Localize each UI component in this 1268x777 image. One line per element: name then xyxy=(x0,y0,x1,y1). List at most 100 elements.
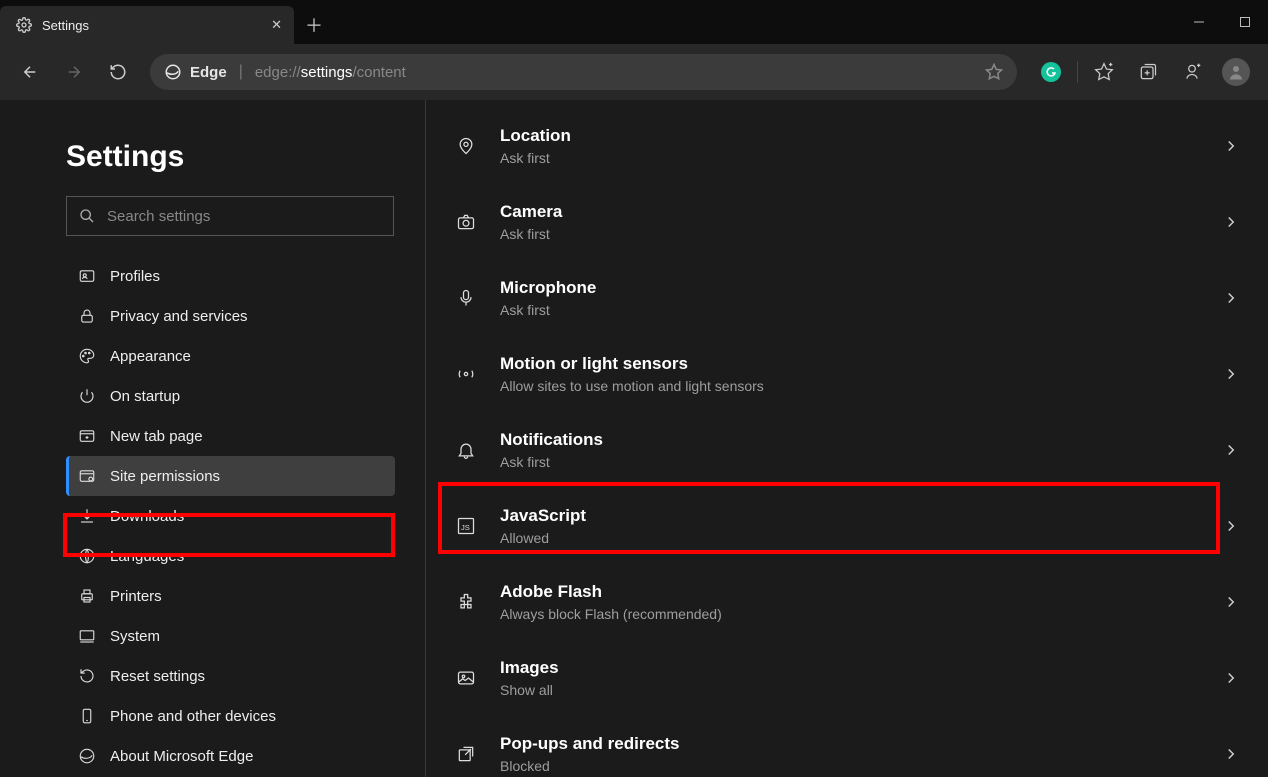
tab-title: Settings xyxy=(42,18,261,33)
permission-notifications[interactable]: NotificationsAsk first xyxy=(444,412,1250,488)
new-tab-button[interactable]: ＋ xyxy=(294,6,334,44)
svg-text:JS: JS xyxy=(461,523,470,532)
system-icon xyxy=(78,627,96,645)
sidebar-item-label: Downloads xyxy=(110,508,184,525)
chevron-right-icon xyxy=(1222,137,1240,155)
extension-grammarly-button[interactable] xyxy=(1029,52,1073,92)
search-settings[interactable] xyxy=(66,196,394,236)
javascript-icon: JS xyxy=(454,516,478,536)
refresh-button[interactable] xyxy=(98,52,138,92)
collections-button[interactable] xyxy=(1126,52,1170,92)
sidebar-item-site-permissions[interactable]: Site permissions xyxy=(66,456,395,496)
permission-flash[interactable]: Adobe Flash Always block Flash (recommend… xyxy=(444,564,1250,640)
reading-list-button[interactable] xyxy=(1170,52,1214,92)
new-tab-page-icon xyxy=(78,427,96,445)
favorites-button[interactable] xyxy=(1082,52,1126,92)
profile-button[interactable] xyxy=(1214,52,1258,92)
sidebar-item-printers[interactable]: Printers xyxy=(66,576,395,616)
permission-subtitle: Ask first xyxy=(500,454,603,470)
permission-subtitle: Ask first xyxy=(500,226,562,242)
sidebar-item-label: Printers xyxy=(110,588,162,605)
browser-tab-settings[interactable]: Settings ✕ xyxy=(0,6,294,44)
chevron-right-icon xyxy=(1222,365,1240,383)
sensor-icon xyxy=(454,364,478,384)
settings-sidebar: Settings Profiles Privacy and services A… xyxy=(0,100,426,777)
content-area: Settings Profiles Privacy and services A… xyxy=(0,100,1268,777)
chevron-right-icon xyxy=(1222,441,1240,459)
grammarly-icon xyxy=(1041,62,1061,82)
permission-popups[interactable]: Pop-ups and redirects Blocked xyxy=(444,716,1250,777)
permission-subtitle: Blocked xyxy=(500,758,679,774)
edge-logo-icon xyxy=(78,747,96,765)
forward-button[interactable] xyxy=(54,52,94,92)
languages-icon xyxy=(78,547,96,565)
sidebar-item-label: Phone and other devices xyxy=(110,708,276,725)
search-settings-input[interactable] xyxy=(107,208,381,225)
settings-main: LocationAsk first CameraAsk first Microp… xyxy=(426,100,1268,777)
favorite-star-button[interactable] xyxy=(985,63,1003,81)
permission-title: Images xyxy=(500,658,559,678)
settings-heading: Settings xyxy=(66,140,395,174)
phone-icon xyxy=(78,707,96,725)
permission-images[interactable]: Images Show all xyxy=(444,640,1250,716)
permission-title: Adobe Flash xyxy=(500,582,722,602)
palette-icon xyxy=(78,347,96,365)
sidebar-item-newtab[interactable]: New tab page xyxy=(66,416,395,456)
bell-icon xyxy=(454,440,478,460)
permission-subtitle: Ask first xyxy=(500,302,596,318)
sidebar-item-startup[interactable]: On startup xyxy=(66,376,395,416)
address-bar[interactable]: Edge | edge://settings/content xyxy=(150,54,1017,90)
chevron-right-icon xyxy=(1222,669,1240,687)
location-pin-icon xyxy=(454,136,478,156)
sidebar-item-label: Site permissions xyxy=(110,468,220,485)
site-permissions-icon xyxy=(78,467,96,485)
permissions-list: LocationAsk first CameraAsk first Microp… xyxy=(444,108,1250,777)
chevron-right-icon xyxy=(1222,593,1240,611)
permission-title: Pop-ups and redirects xyxy=(500,734,679,754)
site-identity-label: Edge xyxy=(190,64,227,81)
sidebar-item-label: New tab page xyxy=(110,428,203,445)
permission-javascript[interactable]: JS JavaScriptAllowed xyxy=(444,488,1250,564)
permission-subtitle: Show all xyxy=(500,682,559,698)
sidebar-item-reset[interactable]: Reset settings xyxy=(66,656,395,696)
sidebar-item-languages[interactable]: Languages xyxy=(66,536,395,576)
image-icon xyxy=(454,668,478,688)
sidebar-item-label: Appearance xyxy=(110,348,191,365)
permission-motion-sensors[interactable]: Motion or light sensorsAllow sites to us… xyxy=(444,336,1250,412)
toolbar-right xyxy=(1029,52,1258,92)
back-button[interactable] xyxy=(10,52,50,92)
maximize-button[interactable] xyxy=(1222,0,1268,44)
plugin-icon xyxy=(454,592,478,612)
permission-title: JavaScript xyxy=(500,506,586,526)
permission-microphone[interactable]: MicrophoneAsk first xyxy=(444,260,1250,336)
permission-title: Motion or light sensors xyxy=(500,354,764,374)
camera-icon xyxy=(454,212,478,232)
avatar-icon xyxy=(1222,58,1250,86)
tab-strip: Settings ✕ ＋ xyxy=(0,0,334,44)
permission-subtitle: Ask first xyxy=(500,150,571,166)
minimize-button[interactable] xyxy=(1176,0,1222,44)
sidebar-item-about[interactable]: About Microsoft Edge xyxy=(66,736,395,776)
address-separator: | xyxy=(239,63,243,81)
profile-card-icon xyxy=(78,267,96,285)
close-tab-button[interactable]: ✕ xyxy=(271,17,282,33)
url-text: edge://settings/content xyxy=(255,64,406,81)
sidebar-item-phone[interactable]: Phone and other devices xyxy=(66,696,395,736)
printer-icon xyxy=(78,587,96,605)
permission-camera[interactable]: CameraAsk first xyxy=(444,184,1250,260)
site-identity: Edge xyxy=(164,63,227,81)
gear-icon xyxy=(16,17,32,33)
title-bar: Settings ✕ ＋ xyxy=(0,0,1268,44)
microphone-icon xyxy=(454,288,478,308)
sidebar-item-appearance[interactable]: Appearance xyxy=(66,336,395,376)
sidebar-item-downloads[interactable]: Downloads xyxy=(66,496,395,536)
sidebar-item-label: On startup xyxy=(110,388,180,405)
permission-subtitle: Always block Flash (recommended) xyxy=(500,606,722,622)
sidebar-item-label: Profiles xyxy=(110,268,160,285)
sidebar-item-privacy[interactable]: Privacy and services xyxy=(66,296,395,336)
permission-location[interactable]: LocationAsk first xyxy=(444,108,1250,184)
window-controls xyxy=(1176,0,1268,44)
sidebar-item-profiles[interactable]: Profiles xyxy=(66,256,395,296)
sidebar-item-system[interactable]: System xyxy=(66,616,395,656)
chevron-right-icon xyxy=(1222,745,1240,763)
